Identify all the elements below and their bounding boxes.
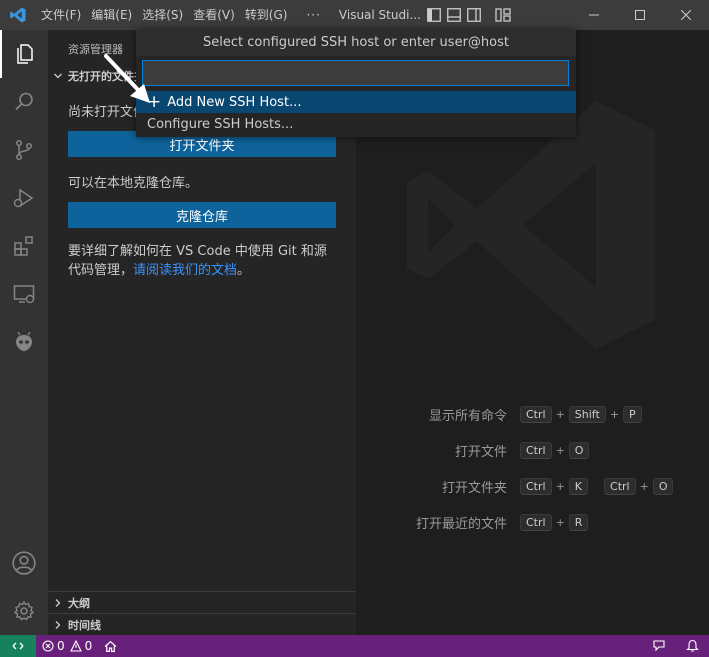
quick-pick-title: Select configured SSH host or enter user… (136, 30, 576, 56)
timeline-label: 时间线 (68, 618, 101, 632)
extensions-icon[interactable] (0, 222, 48, 270)
menu-go[interactable]: 转到(G) (240, 0, 293, 30)
vscode-window: 文件(F) 编辑(E) 选择(S) 查看(V) 转到(G) ··· Visual… (0, 0, 709, 657)
menu-file[interactable]: 文件(F) (36, 0, 86, 30)
keyboard-key: Ctrl (520, 513, 552, 531)
shortcut-row: 显示所有命令 Ctrl + Shift + P (356, 404, 709, 424)
chevron-right-icon (55, 620, 61, 629)
keyboard-key: O (652, 477, 674, 495)
window-controls (571, 0, 709, 30)
shortcut-keys: Ctrl + K Ctrl + O (520, 477, 674, 495)
plus-icon: + (147, 91, 162, 112)
configure-ssh-hosts-label: Configure SSH Hosts... (147, 116, 294, 132)
chevron-right-icon (55, 598, 61, 607)
keyboard-key: P (623, 405, 642, 423)
menu-more-icon[interactable]: ··· (292, 0, 330, 30)
shortcut-row: 打开文件夹 Ctrl + K Ctrl + O (356, 476, 709, 496)
key-plus: + (555, 443, 565, 457)
activity-bar (0, 30, 48, 635)
keyboard-key: Ctrl (604, 477, 636, 495)
close-icon[interactable] (663, 0, 709, 30)
keyboard-key: Shift (568, 405, 606, 423)
ssh-host-input[interactable] (142, 60, 569, 86)
section-title: 无打开的文件夹 (68, 70, 145, 83)
key-plus: + (555, 479, 565, 493)
shortcut-label: 打开文件夹 (441, 480, 507, 496)
git-docs-paragraph: 要详细了解如何在 VS Code 中使用 Git 和源代码管理，请阅读我们的文档… (68, 242, 338, 280)
shortcut-keys: Ctrl + O (520, 441, 590, 459)
key-plus: + (639, 479, 649, 493)
menu-selection[interactable]: 选择(S) (137, 0, 188, 30)
accounts-icon[interactable] (0, 539, 48, 587)
toggle-secondary-sidebar-icon[interactable] (466, 8, 481, 22)
keyboard-key: K (568, 477, 589, 495)
shortcut-label: 打开最近的文件 (415, 516, 507, 532)
keyboard-key: Ctrl (520, 477, 552, 495)
manage-gear-icon[interactable] (0, 587, 48, 635)
keyboard-key: R (568, 513, 589, 531)
notifications-bell-icon[interactable] (676, 635, 709, 657)
shortcut-keys: Ctrl + R (520, 513, 589, 531)
platformio-alien-icon[interactable] (0, 318, 48, 366)
timeline-section-header[interactable]: 时间线 (48, 613, 356, 635)
sidebar-header: 资源管理器 (68, 43, 123, 56)
title-bar: 文件(F) 编辑(E) 选择(S) 查看(V) 转到(G) ··· Visual… (0, 0, 709, 30)
key-plus: + (609, 407, 620, 421)
warning-count: 0 (84, 639, 93, 653)
status-bar: 0 0 (0, 635, 709, 657)
outline-label: 大纲 (68, 596, 90, 610)
source-control-icon[interactable] (0, 126, 48, 174)
menu-view[interactable]: 查看(V) (188, 0, 240, 30)
keyboard-key: Ctrl (520, 441, 552, 459)
menu-edit[interactable]: 编辑(E) (86, 0, 137, 30)
remote-indicator-icon[interactable] (0, 635, 36, 657)
key-plus: + (555, 407, 565, 421)
add-ssh-host-label: Add New SSH Host... (167, 94, 302, 110)
shortcut-row: 打开最近的文件 Ctrl + R (356, 512, 709, 532)
configure-ssh-hosts-item[interactable]: Configure SSH Hosts... (136, 113, 576, 135)
statusbar-right (642, 635, 709, 657)
chevron-down-icon (54, 73, 62, 79)
home-icon[interactable] (98, 635, 123, 657)
customize-layout-icon[interactable] (495, 8, 511, 22)
add-ssh-host-item[interactable]: + Add New SSH Host... (136, 91, 576, 113)
run-debug-icon[interactable] (0, 174, 48, 222)
keyboard-key: O (568, 441, 590, 459)
shortcut-label: 打开文件 (454, 444, 507, 460)
feedback-icon[interactable] (642, 635, 676, 657)
toggle-panel-icon[interactable] (446, 8, 461, 22)
clone-hint: 可以在本地克隆仓库。 (68, 176, 199, 191)
maximize-icon[interactable] (617, 0, 663, 30)
error-count: 0 (57, 639, 65, 653)
shortcut-row: 打开文件 Ctrl + O (356, 440, 709, 460)
layout-controls (426, 8, 511, 22)
toggle-primary-sidebar-icon[interactable] (426, 8, 441, 22)
git-docs-suffix: 。 (237, 263, 251, 278)
shortcut-keys: Ctrl + Shift + P (520, 405, 642, 423)
error-icon (42, 640, 54, 652)
explorer-icon[interactable] (0, 30, 48, 78)
vscode-logo-icon (0, 0, 36, 30)
clone-repo-button[interactable]: 克隆仓库 (68, 202, 336, 228)
shortcut-label: 显示所有命令 (428, 408, 507, 424)
problems-indicator[interactable]: 0 0 (36, 635, 98, 657)
window-title: Visual Studi... (338, 8, 421, 22)
git-docs-link[interactable]: 请阅读我们的文档 (133, 263, 237, 278)
outline-section-header[interactable]: 大纲 (48, 591, 356, 613)
remote-explorer-icon[interactable] (0, 270, 48, 318)
ssh-quick-pick: Select configured SSH host or enter user… (136, 30, 576, 137)
keyboard-key: Ctrl (520, 405, 552, 423)
warning-icon (69, 640, 82, 652)
search-icon[interactable] (0, 78, 48, 126)
minimize-icon[interactable] (571, 0, 617, 30)
no-folder-section-header[interactable]: 无打开的文件夹 (52, 68, 145, 84)
key-plus: + (555, 515, 565, 529)
